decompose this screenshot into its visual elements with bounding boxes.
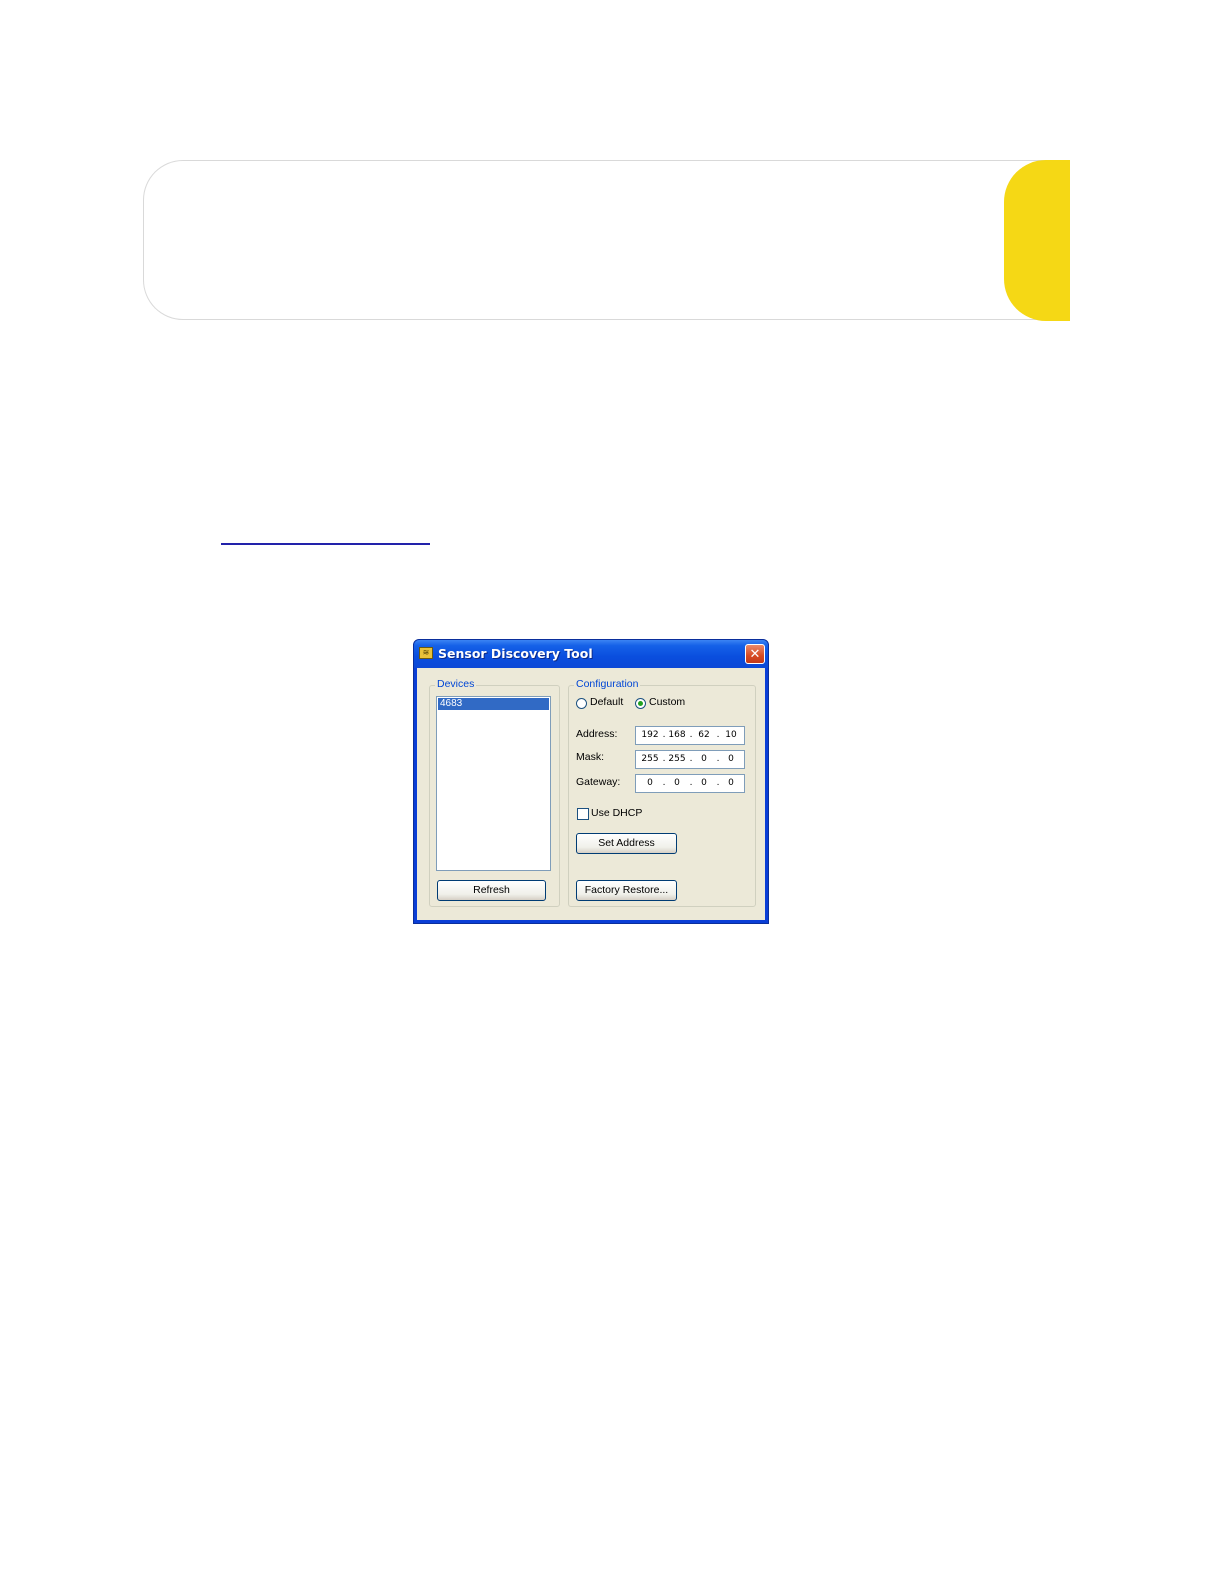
window-client: Devices 4683 Refresh Configuration Defau… <box>417 668 765 920</box>
address-field[interactable]: 192 . 168 . 62 . 10 <box>635 726 745 745</box>
set-address-button[interactable]: Set Address <box>576 833 677 854</box>
close-icon: ✕ <box>749 646 761 661</box>
window-title: Sensor Discovery Tool <box>438 646 593 661</box>
devices-list[interactable]: 4683 <box>436 696 551 871</box>
header-tab <box>1004 160 1070 321</box>
link-underline <box>221 543 430 545</box>
factory-restore-button[interactable]: Factory Restore... <box>576 880 677 901</box>
default-radio[interactable] <box>576 698 587 709</box>
address-label: Address: <box>576 728 618 740</box>
custom-radio-label: Custom <box>649 696 686 708</box>
gateway-octet-4: 0 <box>728 778 734 788</box>
default-radio-label: Default <box>590 696 624 708</box>
mask-octet-3: 0 <box>701 754 707 764</box>
gateway-label: Gateway: <box>576 776 621 788</box>
address-octet-3: 62 <box>698 730 710 740</box>
devices-group-label: Devices <box>435 678 477 690</box>
gateway-octet-1: 0 <box>647 778 653 788</box>
mask-field[interactable]: 255 . 255 . 0 . 0 <box>635 750 745 769</box>
address-octet-1: 192 <box>641 730 659 740</box>
gateway-octet-3: 0 <box>701 778 707 788</box>
title-bar[interactable]: ≋ Sensor Discovery Tool ✕ <box>414 640 768 668</box>
close-button[interactable]: ✕ <box>745 644 765 664</box>
configuration-group-label: Configuration <box>574 678 641 690</box>
address-octet-2: 168 <box>668 730 686 740</box>
app-icon: ≋ <box>419 647 433 659</box>
header-frame <box>143 160 1069 320</box>
mask-octet-1: 255 <box>641 754 659 764</box>
gateway-octet-2: 0 <box>674 778 680 788</box>
use-dhcp-checkbox[interactable] <box>577 808 589 820</box>
gateway-field[interactable]: 0 . 0 . 0 . 0 <box>635 774 745 793</box>
radio-selected-dot <box>638 701 643 706</box>
mask-octet-2: 255 <box>668 754 686 764</box>
configuration-group: Configuration Default Custom Address: 19… <box>568 678 756 907</box>
sensor-discovery-window: ≋ Sensor Discovery Tool ✕ Devices 4683 R… <box>413 639 769 924</box>
devices-group: Devices 4683 Refresh <box>429 678 560 907</box>
use-dhcp-label: Use DHCP <box>591 807 643 819</box>
address-octet-4: 10 <box>725 730 737 740</box>
mask-label: Mask: <box>576 751 605 763</box>
custom-radio[interactable] <box>635 698 646 709</box>
refresh-button[interactable]: Refresh <box>437 880 546 901</box>
list-item[interactable]: 4683 <box>438 698 549 710</box>
mask-octet-4: 0 <box>728 754 734 764</box>
